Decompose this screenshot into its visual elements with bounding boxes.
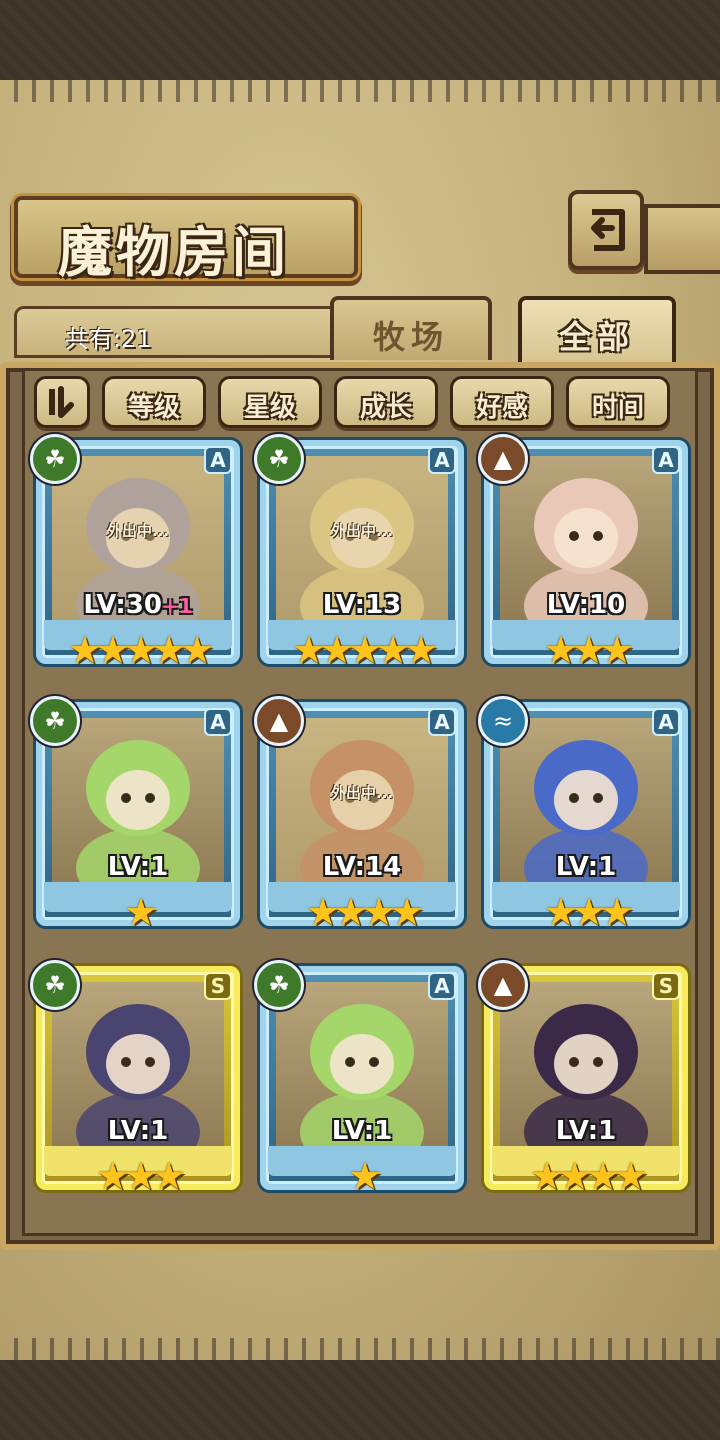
level-value: LV:1 [555, 1116, 617, 1146]
monster-level: LV:13 [260, 590, 464, 620]
level-value: LV:1 [107, 1116, 169, 1146]
earth-element-icon: ▲ [478, 434, 528, 484]
away-status: 外出中... [106, 522, 170, 540]
tab-pasture-label: 牧场 [372, 318, 449, 356]
rank-badge: A [652, 708, 680, 736]
level-value: LV:10 [546, 590, 626, 620]
tab-pasture[interactable]: 牧场 [330, 296, 492, 360]
filter-level-label: 等级 [127, 393, 180, 423]
level-value: LV:30 [83, 590, 162, 620]
filter-level-button[interactable]: 等级 [102, 376, 206, 428]
monster-card[interactable]: A ☘ LV:1 ★ [30, 696, 240, 940]
monster-card[interactable]: A ☘ LV:1 ★ [254, 960, 464, 1204]
star-rating: ★★★ [95, 1154, 186, 1198]
nature-element-icon: ☘ [30, 960, 80, 1010]
monster-level: LV:14 [260, 852, 464, 882]
monster-card[interactable]: A ☘ 外出中... LV:30+1 ★★★★★ [30, 434, 240, 678]
monster-card[interactable]: S ▲ LV:1 ★★★★ [478, 960, 688, 1204]
rank-badge: A [204, 708, 232, 736]
star-rating: ★★★★★ [291, 628, 438, 672]
monster-card[interactable]: A ☘ 外出中... LV:13 ★★★★★ [254, 434, 464, 678]
star-rating: ★★★ [543, 890, 634, 934]
level-bonus: +1 [161, 594, 193, 618]
sort-toggle-icon [49, 386, 74, 418]
level-value: LV:1 [331, 1116, 393, 1146]
filter-affection-button[interactable]: 好感 [450, 376, 554, 428]
back-button[interactable] [568, 190, 644, 270]
monster-count: 共有:21 [65, 325, 152, 353]
filter-time-button[interactable]: 时间 [566, 376, 670, 428]
level-value: LV:14 [322, 852, 402, 882]
tab-all[interactable]: 全部 [518, 296, 676, 370]
water-element-icon: ≈ [478, 696, 528, 746]
star-rating: ★★★★ [305, 890, 424, 934]
nature-element-icon: ☘ [30, 696, 80, 746]
monster-level: LV:30+1 [36, 590, 240, 620]
monster-card[interactable]: S ☘ LV:1 ★★★ [30, 960, 240, 1204]
sort-toggle-button[interactable] [34, 376, 90, 428]
level-value: LV:1 [107, 852, 169, 882]
monster-level: LV:1 [36, 852, 240, 882]
earth-element-icon: ▲ [478, 960, 528, 1010]
monster-card[interactable]: A ▲ LV:10 ★★★ [478, 434, 688, 678]
star-rating: ★ [347, 1154, 382, 1198]
rank-badge: A [428, 708, 456, 736]
tab-all-label: 全部 [558, 318, 635, 356]
monster-level: LV:1 [484, 852, 688, 882]
filter-time-label: 时间 [591, 393, 644, 423]
filter-bar: 等级 星级 成长 好感 时间 [30, 376, 690, 430]
back-button-plate [644, 204, 720, 274]
nature-element-icon: ☘ [30, 434, 80, 484]
filter-growth-label: 成长 [359, 393, 412, 423]
monster-level: LV:1 [260, 1116, 464, 1146]
monster-level: LV:1 [484, 1116, 688, 1146]
star-rating: ★ [123, 890, 158, 934]
monster-level: LV:1 [36, 1116, 240, 1146]
nature-element-icon: ☘ [254, 434, 304, 484]
monster-card[interactable]: A ≈ LV:1 ★★★ [478, 696, 688, 940]
away-status: 外出中... [330, 784, 394, 802]
monster-level: LV:10 [484, 590, 688, 620]
rank-badge: A [428, 446, 456, 474]
away-status: 外出中... [330, 522, 394, 540]
star-rating: ★★★★★ [67, 628, 214, 672]
page-title: 魔物房间 [58, 220, 290, 284]
title-plate: 魔物房间 [14, 196, 358, 284]
level-value: LV:13 [322, 590, 402, 620]
filter-growth-button[interactable]: 成长 [334, 376, 438, 428]
bottom-band [0, 1360, 720, 1440]
rank-badge: A [204, 446, 232, 474]
monster-card[interactable]: A ▲ 外出中... LV:14 ★★★★ [254, 696, 464, 940]
return-arrow-icon [591, 209, 625, 251]
top-band [0, 0, 720, 80]
filter-star-button[interactable]: 星级 [218, 376, 322, 428]
rank-badge: S [204, 972, 232, 1000]
level-value: LV:1 [555, 852, 617, 882]
monster-count-bar: 共有:21 [14, 306, 344, 358]
filter-star-label: 星级 [243, 393, 296, 423]
rank-badge: S [652, 972, 680, 1000]
rank-badge: A [652, 446, 680, 474]
earth-element-icon: ▲ [254, 696, 304, 746]
star-rating: ★★★★ [529, 1154, 648, 1198]
rank-badge: A [428, 972, 456, 1000]
nature-element-icon: ☘ [254, 960, 304, 1010]
star-rating: ★★★ [543, 628, 634, 672]
filter-affection-label: 好感 [475, 393, 528, 423]
